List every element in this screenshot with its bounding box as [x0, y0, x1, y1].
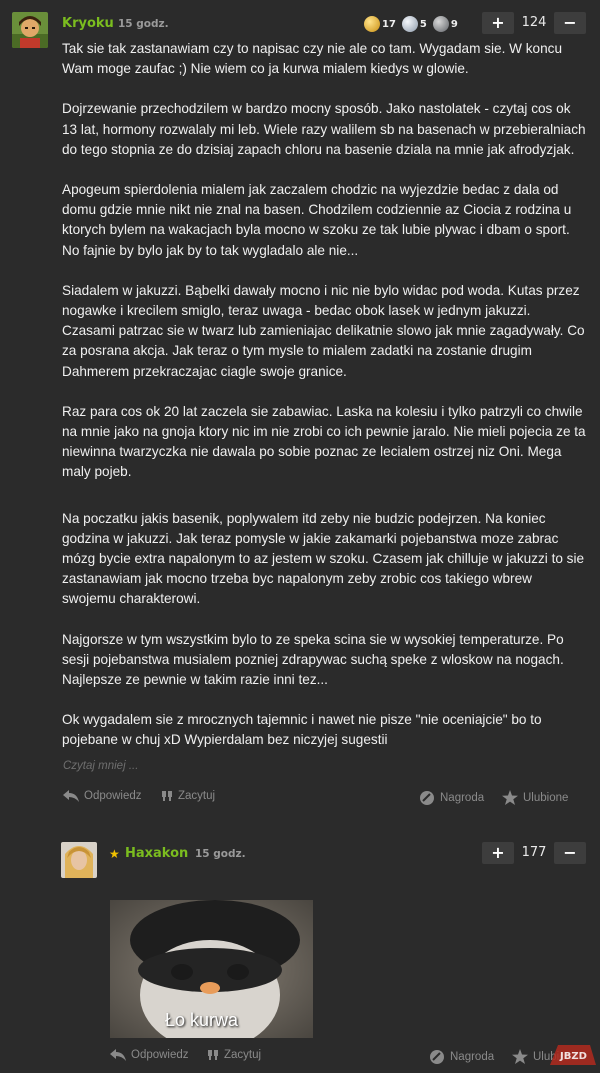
- vote-score: 124: [521, 15, 547, 30]
- gif-caption: Ło kurwa: [165, 1010, 239, 1030]
- gold-medal-count: 17: [382, 18, 396, 30]
- award-medal-icon: [419, 790, 435, 806]
- avatar[interactable]: [61, 842, 97, 878]
- comment-paragraph: Raz para cos ok 20 lat zaczela sie zabaw…: [62, 403, 586, 480]
- comment-time: 15 godz.: [118, 18, 169, 30]
- favorite-label: Ulubione: [523, 791, 569, 804]
- quote-icon: [208, 1049, 219, 1061]
- award-button[interactable]: Nagroda: [419, 790, 484, 806]
- star-icon: [512, 1049, 528, 1064]
- upvote-button[interactable]: +: [482, 12, 514, 34]
- reply-label: Odpowiedz: [84, 790, 142, 802]
- downvote-button[interactable]: −: [554, 842, 586, 864]
- upvote-button[interactable]: +: [482, 842, 514, 864]
- quote-button[interactable]: Zacytuj: [162, 790, 215, 802]
- comment: ★ Haxakon 15 godz. + 177 − Ło kurwa Odpo: [0, 820, 600, 1073]
- avatar[interactable]: [12, 12, 48, 48]
- award-label: Nagroda: [450, 1051, 495, 1063]
- platinum-medal-icon: [432, 16, 449, 32]
- star-icon: ★: [109, 847, 120, 861]
- quote-icon: [162, 790, 173, 802]
- comment-author[interactable]: Kryoku: [62, 16, 114, 31]
- site-logo-watermark: JBZD: [550, 1041, 596, 1065]
- award-button[interactable]: Nagroda: [429, 1049, 494, 1065]
- comment-paragraph: Najgorsze w tym wszystkim bylo to ze spe…: [62, 631, 564, 688]
- quote-label: Zacytuj: [224, 1049, 262, 1061]
- medals: 17 5 9: [364, 13, 464, 35]
- gold-medal-icon: [364, 16, 380, 32]
- silver-medal-count: 5: [419, 18, 427, 30]
- gold-medal[interactable]: 17: [364, 16, 396, 32]
- award-label: Nagroda: [440, 792, 485, 804]
- comment-paragraph: Apogeum spierdolenia mialem jak zaczalem…: [62, 182, 572, 258]
- comment-time: 15 godz.: [195, 848, 246, 860]
- favorite-button[interactable]: Ulubione: [502, 790, 568, 805]
- reply-arrow-icon: [110, 1049, 126, 1061]
- comment-paragraph: Na poczatku jakis basenik, poplywalem it…: [62, 510, 585, 607]
- reply-button[interactable]: Odpowiedz: [110, 1049, 189, 1061]
- comment-paragraph: Siadalem w jakuzzi. Bąbelki dawały mocno…: [62, 282, 585, 379]
- gif-image[interactable]: Ło kurwa: [110, 900, 313, 1038]
- comment-paragraph: Ok wygadalem sie z mrocznych tajemnic i …: [62, 712, 542, 748]
- read-less-link[interactable]: Czytaj mniej ...: [63, 760, 138, 772]
- comment-paragraph: Dojrzewanie przechodzilem w bardzo mocny…: [62, 101, 586, 157]
- reply-label: Odpowiedz: [131, 1049, 189, 1061]
- star-icon: [502, 790, 518, 805]
- comment-paragraph: Tak sie tak zastanawiam czy to napisac c…: [62, 41, 563, 77]
- vote-score: 177: [521, 845, 547, 860]
- comment: Kryoku 15 godz. 17 5 9 + 124 − Tak sie t…: [0, 0, 600, 820]
- platinum-medal-count: 9: [450, 18, 458, 30]
- quote-button[interactable]: Zacytuj: [208, 1049, 261, 1061]
- downvote-button[interactable]: −: [554, 12, 586, 34]
- reply-arrow-icon: [63, 790, 79, 802]
- quote-label: Zacytuj: [178, 790, 216, 802]
- award-medal-icon: [429, 1049, 445, 1065]
- platinum-medal[interactable]: 9: [432, 16, 458, 32]
- silver-medal[interactable]: 5: [401, 16, 427, 32]
- svg-text:JBZD: JBZD: [559, 1051, 587, 1062]
- silver-medal-icon: [401, 16, 418, 32]
- reply-button[interactable]: Odpowiedz: [63, 790, 142, 802]
- comment-author[interactable]: Haxakon: [125, 846, 188, 861]
- comment-body: Tak sie tak zastanawiam czy to napisac c…: [62, 39, 587, 771]
